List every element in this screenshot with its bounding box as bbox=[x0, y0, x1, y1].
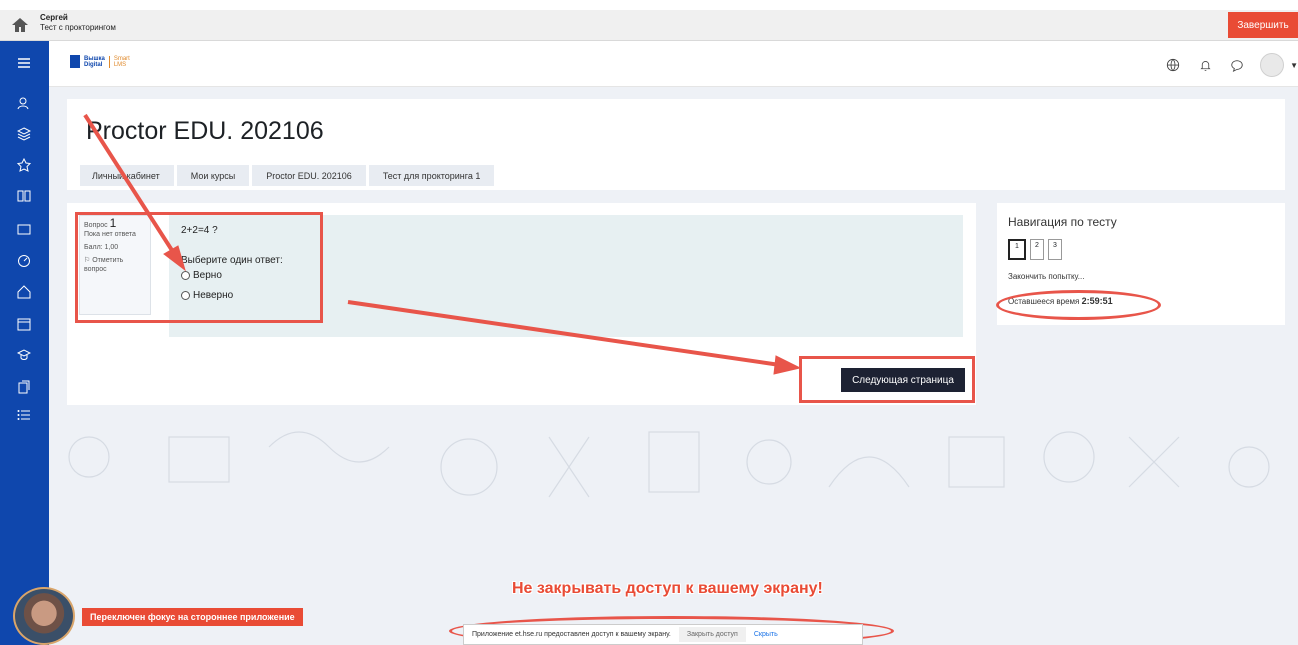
gauge-icon[interactable] bbox=[16, 253, 32, 269]
layers-icon[interactable] bbox=[16, 126, 32, 142]
quiz-page-3[interactable]: 3 bbox=[1048, 239, 1062, 260]
breadcrumb-item-course[interactable]: Proctor EDU. 202106 bbox=[252, 165, 366, 186]
user-name: Сергей bbox=[40, 13, 68, 22]
graduation-cap-icon[interactable] bbox=[16, 347, 32, 363]
calendar-icon[interactable] bbox=[16, 316, 32, 332]
finish-button[interactable]: Завершить bbox=[1228, 12, 1298, 38]
page-header: Proctor EDU. 202106 Личный кабинет Мои к… bbox=[67, 99, 1285, 190]
chevron-down-icon[interactable]: ▼ bbox=[1290, 61, 1298, 70]
proctor-bar: Сергей Тест с прокторингом Завершить bbox=[0, 10, 1298, 41]
breadcrumb-item-quiz[interactable]: Тест для прокторинга 1 bbox=[368, 165, 495, 186]
globe-icon[interactable] bbox=[1164, 56, 1182, 74]
book-icon[interactable] bbox=[16, 188, 32, 204]
share-text: Приложение et.hse.ru предоставлен доступ… bbox=[472, 631, 671, 638]
screen-share-warning: Не закрывать доступ к вашему экрану! bbox=[512, 580, 823, 597]
quiz-nav-pages: 1 2 3 bbox=[1008, 239, 1062, 260]
proctor-user: Сергей Тест с прокторингом bbox=[40, 13, 116, 33]
list-icon[interactable] bbox=[16, 407, 32, 423]
documents-icon[interactable] bbox=[16, 379, 32, 395]
highlight-question bbox=[75, 212, 323, 323]
screen-share-bar: Приложение et.hse.ru предоставлен доступ… bbox=[463, 624, 863, 645]
sidebar bbox=[0, 41, 49, 645]
quiz-page-1[interactable]: 1 bbox=[1008, 239, 1026, 260]
hide-button[interactable]: Скрыть bbox=[754, 631, 778, 638]
home-sidebar-icon[interactable] bbox=[16, 284, 32, 300]
webcam-preview bbox=[13, 587, 75, 645]
highlight-next-button bbox=[799, 356, 975, 403]
bell-icon[interactable] bbox=[1196, 56, 1214, 74]
logo-separator bbox=[108, 55, 110, 68]
folder-icon[interactable] bbox=[16, 221, 32, 237]
highlight-timer bbox=[996, 290, 1161, 320]
menu-icon[interactable] bbox=[16, 55, 32, 71]
page-title: Proctor EDU. 202106 bbox=[86, 117, 324, 145]
breadcrumb-item-dashboard[interactable]: Личный кабинет bbox=[80, 165, 174, 186]
logo-mark bbox=[70, 55, 80, 68]
quiz-nav-title: Навигация по тесту bbox=[1008, 215, 1117, 229]
users-icon[interactable] bbox=[16, 95, 32, 111]
top-navbar: Вышка Digital Smart LMS ▼ bbox=[49, 41, 1298, 87]
breadcrumb: Личный кабинет Мои курсы Proctor EDU. 20… bbox=[80, 165, 497, 186]
navbar-icons: ▼ bbox=[1164, 53, 1298, 77]
logo-sub: Smart LMS bbox=[113, 55, 130, 68]
stop-sharing-button[interactable]: Закрыть доступ bbox=[678, 627, 746, 642]
avatar[interactable] bbox=[1260, 53, 1285, 77]
breadcrumb-item-my-courses[interactable]: Мои курсы bbox=[176, 165, 250, 186]
quiz-page-2[interactable]: 2 bbox=[1030, 239, 1044, 260]
logo[interactable]: Вышка Digital Smart LMS bbox=[70, 55, 130, 68]
logo-main: Вышка Digital bbox=[84, 55, 105, 68]
main-area: Proctor EDU. 202106 Личный кабинет Мои к… bbox=[49, 87, 1298, 645]
home-icon[interactable] bbox=[11, 17, 29, 33]
test-name: Тест с прокторингом bbox=[40, 23, 116, 32]
star-icon[interactable] bbox=[16, 157, 32, 173]
chat-icon[interactable] bbox=[1228, 56, 1246, 74]
doodle-pattern bbox=[68, 431, 1270, 498]
focus-warning: Переключен фокус на стороннее приложение bbox=[82, 608, 303, 626]
finish-attempt-link[interactable]: Закончить попытку... bbox=[1008, 272, 1084, 281]
